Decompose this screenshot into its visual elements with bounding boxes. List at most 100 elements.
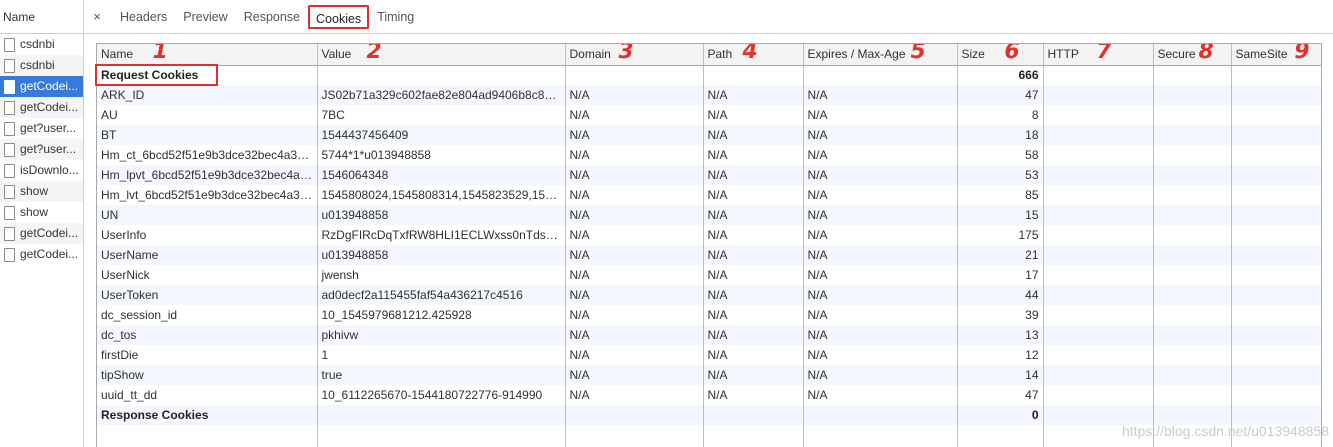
cell-expires: N/A [803, 325, 958, 345]
cell-path: N/A [703, 285, 804, 305]
cell-expires: N/A [803, 265, 958, 285]
cell-http [1043, 65, 1154, 85]
request-item[interactable]: show [0, 181, 83, 202]
tab-cookies[interactable]: Cookies [308, 4, 370, 29]
request-item[interactable]: show [0, 202, 83, 223]
annotation-mark: 1 [149, 44, 170, 64]
request-item[interactable]: csdnbi [0, 55, 83, 76]
cell-name: UN [97, 205, 318, 225]
cell-domain: N/A [565, 165, 704, 185]
annotation-mark: 9 [1291, 44, 1312, 64]
cell-value: 10_6112265670-1544180722776-914990 [317, 385, 566, 405]
cell-expires: N/A [803, 305, 958, 325]
cookie-row[interactable]: UserToken ad0decf2a115455faf54a436217c451… [97, 285, 1321, 305]
cookie-row[interactable]: UserNick jwensh N/A N/A N/A 17 [97, 265, 1321, 285]
request-list: csdnbi csdnbi getCodei... getCodei... get?us… [0, 34, 83, 265]
cell-samesite [1231, 165, 1321, 185]
cell-size: 18 [957, 125, 1044, 145]
column-header-domain[interactable]: Domain 3 [565, 44, 704, 66]
cell-domain [565, 405, 704, 425]
cookie-row[interactable]: Hm_lvt_6bcd52f51e9b3dce32bec4a39... 15458… [97, 185, 1321, 205]
cell-domain: N/A [565, 105, 704, 125]
request-item[interactable]: getCodei... [0, 223, 83, 244]
cell-value: RzDgFIRcDqTxfRW8HLI1ECLWxss0nTdsPsSk... [317, 225, 566, 245]
cell-size: 47 [957, 85, 1044, 105]
cell-empty [97, 425, 318, 447]
request-item[interactable]: get?user... [0, 118, 83, 139]
cookie-row[interactable]: uuid_tt_dd 10_6112265670-1544180722776-91… [97, 385, 1321, 405]
tab-response[interactable]: Response [236, 5, 308, 29]
cell-path [703, 405, 804, 425]
column-header-size[interactable]: Size 6 [957, 44, 1044, 66]
cell-empty [703, 425, 804, 447]
cell-path: N/A [703, 225, 804, 245]
column-header-path[interactable]: Path 4 [703, 44, 804, 66]
cookie-row[interactable]: tipShow true N/A N/A N/A 14 [97, 365, 1321, 385]
cookie-row[interactable]: dc_session_id 10_1545979681212.425928 N/A N… [97, 305, 1321, 325]
annotation-mark: 7 [1093, 44, 1114, 64]
cookie-row[interactable]: Hm_lpvt_6bcd52f51e9b3dce32bec4a3... 15460… [97, 165, 1321, 185]
cell-value: 1546064348 [317, 165, 566, 185]
request-item[interactable]: getCodei... [0, 97, 83, 118]
cookie-row[interactable]: UN u013948858 N/A N/A N/A 15 [97, 205, 1321, 225]
request-item[interactable]: get?user... [0, 139, 83, 160]
cell-samesite [1231, 105, 1321, 125]
annotation-mark: 4 [739, 44, 760, 64]
document-icon [4, 79, 15, 94]
request-item[interactable]: isDownlo... [0, 160, 83, 181]
request-list-header[interactable]: Name [0, 0, 83, 34]
request-item[interactable]: csdnbi [0, 34, 83, 55]
tab-timing[interactable]: Timing [369, 5, 422, 29]
column-header-samesite[interactable]: SameSite 9 [1231, 44, 1321, 66]
column-header-expires[interactable]: Expires / Max-Age 5 [803, 44, 958, 66]
cookie-row[interactable]: BT 1544437456409 N/A N/A N/A 18 [97, 125, 1321, 145]
cell-path: N/A [703, 265, 804, 285]
column-header-secure[interactable]: Secure 8 [1153, 44, 1232, 66]
column-header-name[interactable]: Name 1 [97, 44, 318, 66]
cell-secure [1153, 145, 1232, 165]
cookie-row[interactable]: AU 7BC N/A N/A N/A 8 [97, 105, 1321, 125]
cell-name: Response Cookies [97, 405, 318, 425]
cell-empty [803, 425, 958, 447]
cell-http [1043, 325, 1154, 345]
cell-secure [1153, 385, 1232, 405]
request-item-label: getCodei... [20, 247, 79, 261]
cell-value: jwensh [317, 265, 566, 285]
cell-expires: N/A [803, 185, 958, 205]
close-icon[interactable]: × [88, 8, 106, 26]
response-cookies-section[interactable]: Response Cookies 0 [97, 405, 1321, 425]
cookies-grid: Name 1 Value 2 Domain 3 Path 4 Expires / Max… [96, 43, 1322, 447]
cell-http [1043, 125, 1154, 145]
cell-http [1043, 185, 1154, 205]
column-header-http[interactable]: HTTP 7 [1043, 44, 1154, 66]
request-cookies-section[interactable]: Request Cookies 666 [97, 65, 1321, 85]
annotation-mark: 8 [1195, 44, 1216, 64]
cell-size: 47 [957, 385, 1044, 405]
cookie-row[interactable]: UserInfo RzDgFIRcDqTxfRW8HLI1ECLWxss0nTds… [97, 225, 1321, 245]
cell-name: firstDie [97, 345, 318, 365]
tab-preview[interactable]: Preview [175, 5, 235, 29]
column-header-value[interactable]: Value 2 [317, 44, 566, 66]
document-icon [4, 121, 15, 136]
cell-secure [1153, 285, 1232, 305]
cell-samesite [1231, 405, 1321, 425]
cell-value: 1544437456409 [317, 125, 566, 145]
cookie-row[interactable]: ARK_ID JS02b71a329c602fae82e804ad9406b8c8… [97, 85, 1321, 105]
cell-value: true [317, 365, 566, 385]
cell-expires [803, 405, 958, 425]
cookie-row[interactable]: UserName u013948858 N/A N/A N/A 21 [97, 245, 1321, 265]
cell-name: Request Cookies [97, 65, 318, 85]
request-item[interactable]: getCodei... [0, 244, 83, 265]
cell-http [1043, 385, 1154, 405]
request-item-label: csdnbi [20, 58, 55, 72]
cookie-row[interactable]: Hm_ct_6bcd52f51e9b3dce32bec4a39... 5744*1… [97, 145, 1321, 165]
cookie-row[interactable]: firstDie 1 N/A N/A N/A 12 [97, 345, 1321, 365]
cell-name: BT [97, 125, 318, 145]
cell-size: 8 [957, 105, 1044, 125]
cookie-row[interactable]: dc_tos pkhivw N/A N/A N/A 13 [97, 325, 1321, 345]
tab-headers[interactable]: Headers [112, 5, 175, 29]
cell-name: Hm_lvt_6bcd52f51e9b3dce32bec4a39... [97, 185, 318, 205]
cell-domain: N/A [565, 125, 704, 145]
request-item[interactable]: getCodei... [0, 76, 83, 97]
annotation-mark: 6 [1001, 44, 1022, 64]
